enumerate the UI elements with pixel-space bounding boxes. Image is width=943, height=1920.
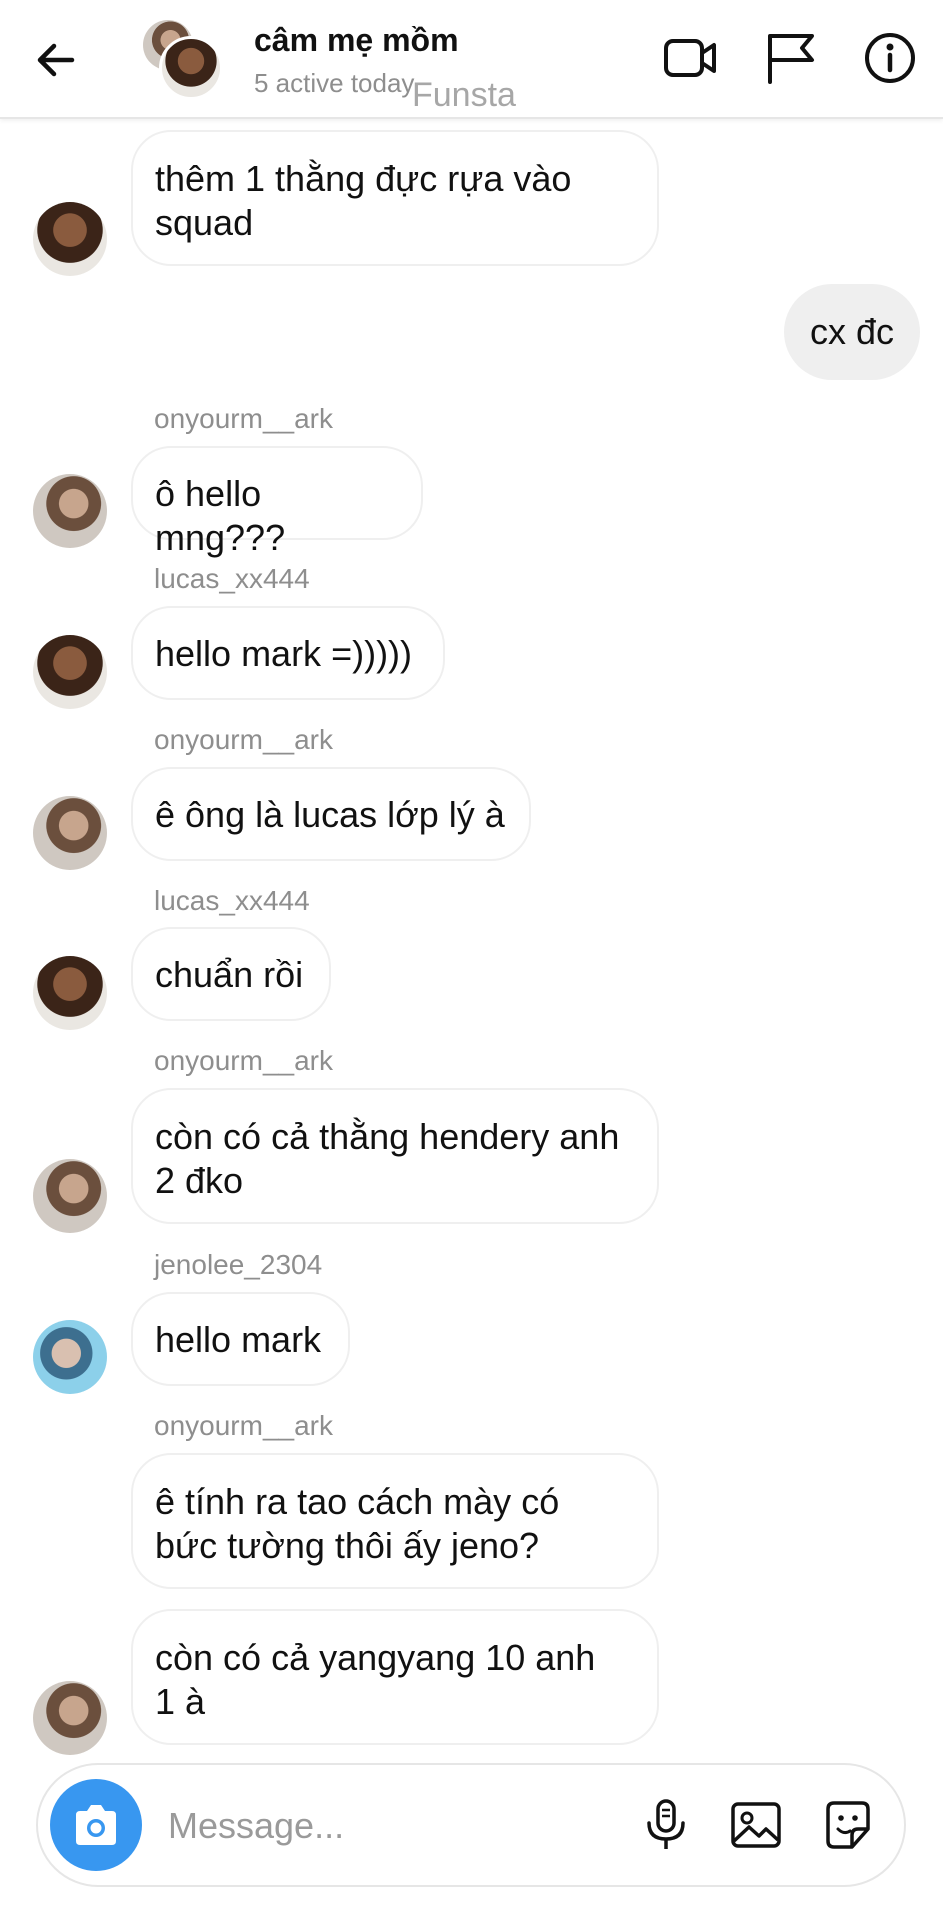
message-input[interactable] [166,1795,550,1857]
camera-button[interactable] [50,1779,142,1871]
arrow-left-icon [37,43,75,77]
message-bubble[interactable]: chuẩn rồi [131,927,331,1021]
message-bubble[interactable]: còn có cả thằng hendery anh 2 đko [131,1088,659,1224]
video-call-button[interactable] [660,28,720,88]
message-bubble-outgoing[interactable]: cx đc [784,284,920,380]
active-status: 5 active today [254,68,415,98]
chat-title[interactable]: câm mẹ mồm [254,22,459,59]
avatar[interactable] [33,1320,107,1394]
avatar[interactable] [33,474,107,548]
microphone-icon [647,1799,685,1849]
camera-icon [76,1805,116,1845]
message-bubble[interactable]: ô hello mng??? [131,446,423,558]
message-bubble[interactable]: ê tính ra tao cách mày có bức tường thôi… [131,1453,659,1589]
chat-header: câm mẹ mồm 5 active today Funsta [0,0,943,119]
avatar[interactable] [33,956,107,1030]
avatar[interactable] [33,202,107,276]
avatar[interactable] [33,635,107,709]
group-avatar[interactable] [143,20,223,100]
sender-name: lucas_xx444 [154,885,310,916]
gallery-button[interactable] [728,1797,784,1853]
video-call-icon [664,39,716,77]
voice-message-button[interactable] [638,1797,694,1853]
avatar[interactable] [33,1681,107,1755]
sticker-button[interactable] [820,1797,876,1853]
sender-name: jenolee_2304 [154,1249,323,1280]
sender-name: onyourm__ark [154,724,333,755]
sticker-icon [826,1801,870,1849]
message-bubble[interactable]: còn có cả yangyang 10 anh 1 à [131,1609,659,1745]
message-bubble[interactable]: hello mark [131,1292,350,1386]
flag-icon [768,34,814,84]
back-button[interactable] [30,33,84,87]
message-bubble[interactable]: hello mark =))))) [131,606,445,700]
sender-name: onyourm__ark [154,1410,333,1441]
info-icon [865,33,915,83]
sender-name: onyourm__ark [154,403,333,434]
image-gallery-icon [731,1802,781,1848]
watermark: Funsta [412,76,516,114]
report-button[interactable] [760,28,820,88]
message-composer [36,1763,906,1887]
message-bubble[interactable]: thêm 1 thằng đực rựa vào squad [131,130,659,266]
avatar [159,36,223,100]
sender-name: lucas_xx444 [154,563,310,594]
info-button[interactable] [860,28,920,88]
sender-name: onyourm__ark [154,1045,333,1076]
avatar[interactable] [33,796,107,870]
message-bubble[interactable]: ê ông là lucas lớp lý à [131,767,531,861]
avatar[interactable] [33,1159,107,1233]
